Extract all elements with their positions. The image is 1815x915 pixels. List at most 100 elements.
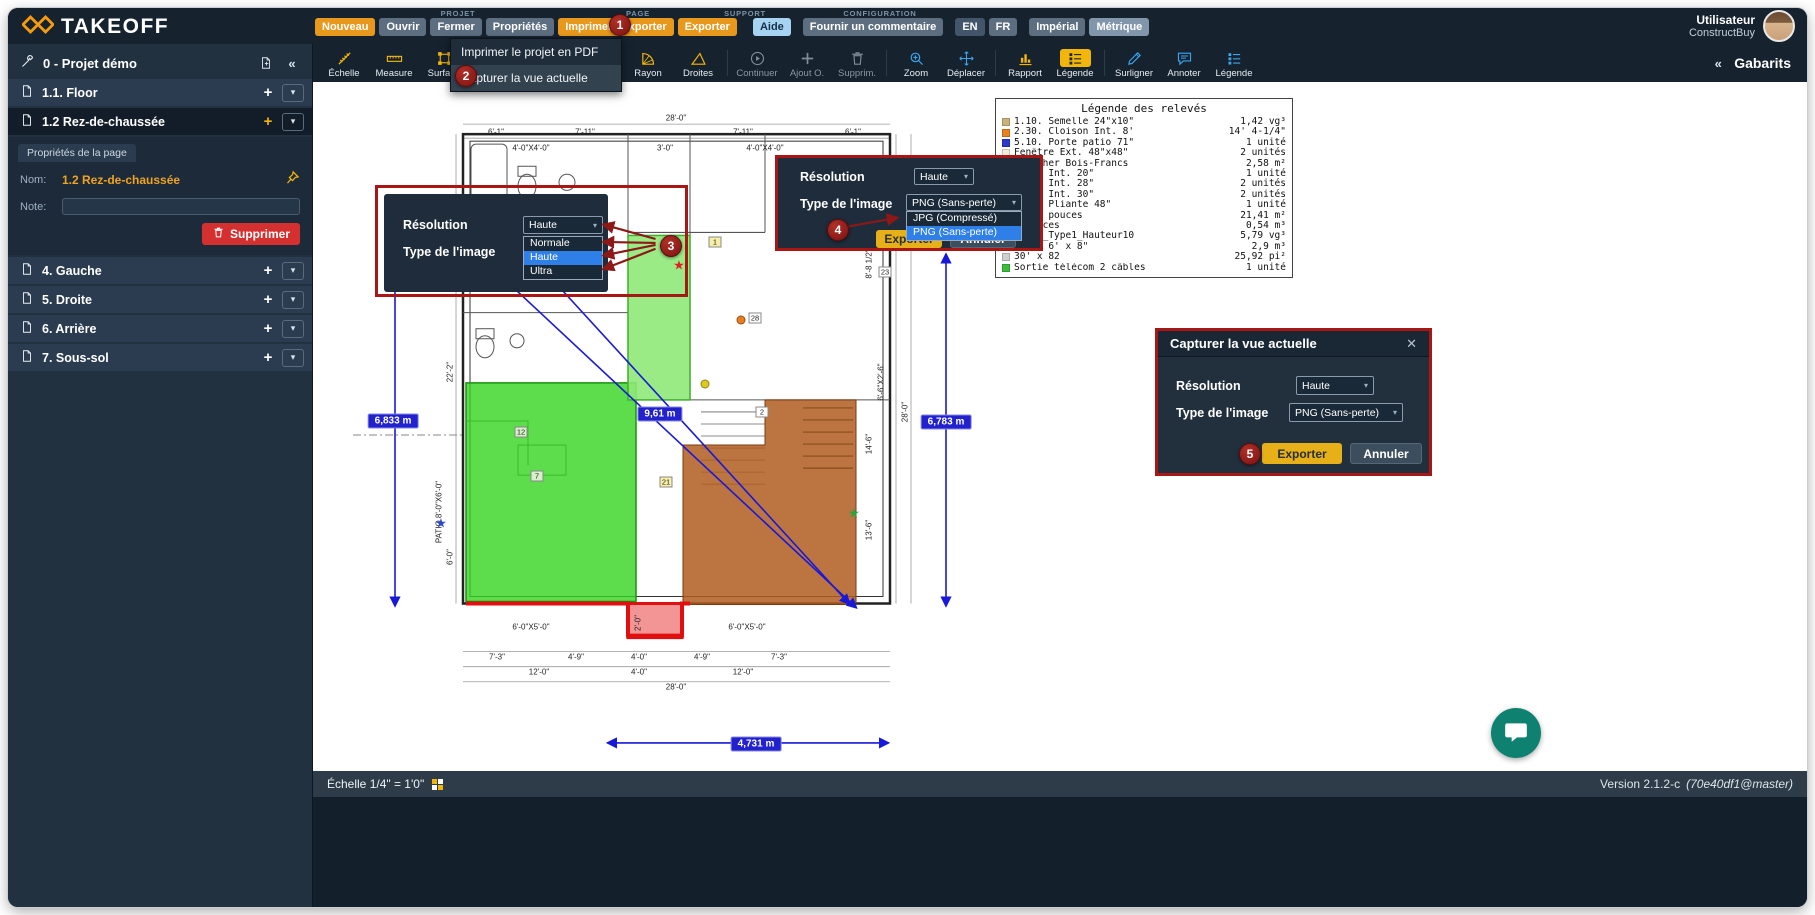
user-box: Utilisateur ConstructBuy: [1689, 10, 1795, 42]
ouvrir-button[interactable]: Ouvrir: [379, 18, 426, 36]
sidebar-page-arriere[interactable]: 6. Arrière +▾: [8, 315, 312, 342]
project-header[interactable]: 0 - Projet démo «: [8, 44, 312, 79]
sidebar-page-rez-de-chaussee[interactable]: 1.2 Rez-de-chaussée + ▾: [8, 108, 312, 135]
star-marker: ★: [848, 507, 860, 520]
takeoff-logo-icon: [22, 13, 54, 41]
legend-row: 2.30. Cloison Int. 8'14' 4-1/4": [1002, 127, 1286, 137]
dropdown-option[interactable]: JPG (Compressé): [907, 212, 1021, 226]
annuler-button[interactable]: Annuler: [1350, 443, 1422, 464]
expand-page-button[interactable]: ▾: [282, 113, 304, 131]
aide-button[interactable]: Aide: [753, 18, 791, 36]
exporter-page-button[interactable]: Exporter: [678, 18, 737, 36]
tool-label: Droites: [683, 68, 713, 79]
tool-annoter[interactable]: Annoter: [1159, 44, 1209, 82]
sidebar-page-droite[interactable]: 5. Droite +▾: [8, 286, 312, 313]
dimension-label: 4'-0": [631, 653, 647, 662]
proprietes-button[interactable]: Propriétés: [486, 18, 554, 36]
supprim-icon: [849, 49, 866, 67]
image-type-select[interactable]: PNG (Sans-perte) ▾: [906, 194, 1022, 211]
exporter-button[interactable]: Exporter: [1262, 443, 1342, 464]
resolution-select[interactable]: Haute ▾: [1296, 376, 1374, 395]
add-takeoff-button[interactable]: +: [259, 113, 277, 130]
add-page-button[interactable]: [256, 53, 276, 73]
imperial-button[interactable]: Impérial: [1029, 18, 1085, 36]
page-icon: [20, 84, 34, 101]
tool-zoom[interactable]: Zoom: [891, 44, 941, 82]
legend-color-chip: [1002, 139, 1010, 147]
tool-echelle[interactable]: Échelle: [319, 44, 369, 82]
tool-measure[interactable]: Measure: [369, 44, 419, 82]
resolution-label: Résolution: [1176, 379, 1241, 393]
expand-page-button[interactable]: ▾: [282, 349, 304, 367]
tool-rapport[interactable]: Rapport: [1000, 44, 1050, 82]
dimension-label: 2'-0": [634, 615, 643, 631]
expand-page-button[interactable]: ▾: [282, 262, 304, 280]
close-icon[interactable]: ✕: [1406, 336, 1417, 352]
gabarits-panel-header: « Gabarits: [1708, 44, 1807, 82]
commentaire-button[interactable]: Fournir un commentaire: [803, 18, 944, 36]
legend-item-name: walls_Type1_Hauteur10: [1014, 231, 1236, 241]
dropdown-option[interactable]: PNG (Sans-perte): [907, 226, 1021, 240]
legend-item-name: 30' x 82: [1014, 252, 1231, 262]
dimension-label: 6'-0"X5'-0": [728, 623, 765, 632]
dropdown-option[interactable]: Ultra: [524, 265, 602, 279]
pin-icon[interactable]: [285, 170, 300, 190]
legend-item-name: Porte Int. 30": [1014, 190, 1236, 200]
fermer-button[interactable]: Fermer: [430, 18, 481, 36]
legend-color-chip: [1002, 253, 1010, 261]
tool-label: Rayon: [634, 68, 661, 79]
legend-item-name: 2 pouces: [1014, 221, 1242, 231]
tool-label: Rapport: [1008, 68, 1042, 79]
tool-supprim[interactable]: Supprim.: [832, 44, 882, 82]
user-avatar[interactable]: [1763, 10, 1795, 42]
tool-droites[interactable]: Droites: [673, 44, 723, 82]
metrique-button[interactable]: Métrique: [1089, 18, 1149, 36]
add-takeoff-button[interactable]: +: [259, 84, 277, 101]
dimension-label: 28'-0": [666, 683, 686, 692]
sidebar-page-sous-sol[interactable]: 7. Sous-sol +▾: [8, 344, 312, 371]
page-properties-tab[interactable]: Propriétés de la page: [18, 144, 136, 162]
dropdown-option[interactable]: Normale: [524, 237, 602, 251]
surligner-icon: [1126, 49, 1143, 67]
dropdown-option[interactable]: Haute: [524, 251, 602, 265]
tool-ajout-o[interactable]: Ajout O.: [782, 44, 832, 82]
expand-page-button[interactable]: ▾: [282, 291, 304, 309]
menu-item-imprimer-pdf[interactable]: Imprimer le projet en PDF: [451, 39, 621, 65]
add-takeoff-button[interactable]: +: [259, 320, 277, 337]
echelle-icon: [336, 49, 353, 67]
chat-support-button[interactable]: [1491, 708, 1541, 758]
add-takeoff-button[interactable]: +: [259, 349, 277, 366]
expand-page-button[interactable]: ▾: [282, 320, 304, 338]
lang-fr-button[interactable]: FR: [989, 18, 1018, 36]
tool-label: Surligner: [1115, 68, 1153, 79]
nouveau-button[interactable]: Nouveau: [315, 18, 375, 36]
supprimer-page-button[interactable]: Supprimer: [202, 223, 300, 245]
tool-deplacer[interactable]: Déplacer: [941, 44, 991, 82]
note-input[interactable]: [62, 198, 300, 215]
tools-icon: [20, 54, 35, 72]
add-takeoff-button[interactable]: +: [259, 291, 277, 308]
resolution-select[interactable]: Haute ▾: [914, 168, 974, 185]
dimension-label: 4'-0": [631, 668, 647, 677]
tool-legende-2[interactable]: Légende: [1209, 44, 1259, 82]
collapse-sidebar-button[interactable]: «: [282, 53, 302, 73]
add-takeoff-button[interactable]: +: [259, 262, 277, 279]
resolution-select[interactable]: Haute ▾: [523, 216, 603, 234]
sidebar-page-gauche[interactable]: 4. Gauche +▾: [8, 257, 312, 284]
tool-legende[interactable]: Légende: [1050, 44, 1100, 82]
dimension-label: 4'-9": [568, 653, 584, 662]
sidebar-page-floor[interactable]: 1.1. Floor + ▾: [8, 79, 312, 106]
image-type-value: PNG (Sans-perte): [912, 197, 996, 209]
tool-surligner[interactable]: Surligner: [1109, 44, 1159, 82]
tool-continuer[interactable]: Continuer: [732, 44, 782, 82]
expand-page-button[interactable]: ▾: [282, 84, 304, 102]
dimension-label: 6'-0": [446, 549, 455, 565]
lang-en-button[interactable]: EN: [955, 18, 984, 36]
user-org: ConstructBuy: [1689, 27, 1755, 39]
legend-row: Plancher Bois-Francs2,58 m²: [1002, 159, 1286, 169]
scale-indicator: Échelle 1/4" = 1'0": [327, 777, 424, 791]
tool-rayon[interactable]: Rayon: [623, 44, 673, 82]
collapse-gabarits-button[interactable]: «: [1708, 53, 1728, 73]
page-preview-icon[interactable]: [432, 779, 443, 790]
image-type-select[interactable]: PNG (Sans-perte) ▾: [1289, 403, 1403, 422]
